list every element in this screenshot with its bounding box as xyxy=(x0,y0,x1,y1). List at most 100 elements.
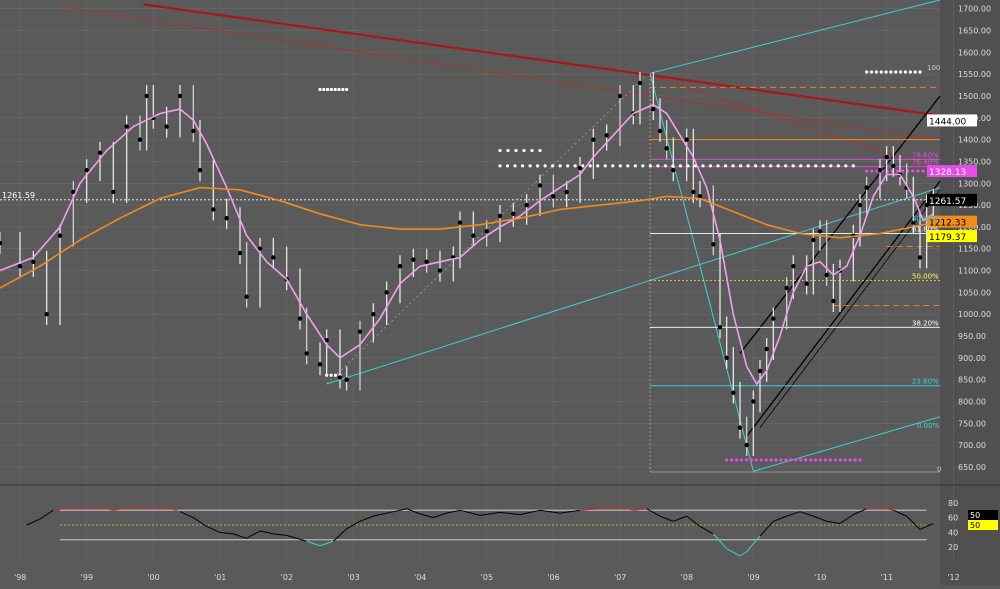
magenta-dot-marker xyxy=(865,169,869,173)
fib-label: 0 xyxy=(937,465,941,473)
y-tick-label: 900.00 xyxy=(958,354,986,363)
white-dot-marker xyxy=(506,148,510,153)
white-dot-marker xyxy=(776,164,780,168)
magenta-dot-marker xyxy=(895,169,900,173)
price-close-marker xyxy=(751,399,756,404)
left-value-label: 1261.59 xyxy=(2,191,35,200)
price-close-marker xyxy=(757,368,763,374)
white-dot-marker xyxy=(844,164,848,168)
price-close-marker xyxy=(717,325,723,330)
y-tick-label: 650.00 xyxy=(958,463,986,472)
price-close-marker xyxy=(211,207,216,212)
white-dot-marker xyxy=(329,373,333,377)
price-close-marker xyxy=(17,263,23,269)
price-close-marker xyxy=(457,220,463,225)
price-close-marker xyxy=(137,137,143,142)
white-dot-marker xyxy=(566,164,570,168)
x-tick-label: '00 xyxy=(147,573,159,582)
price-close-marker xyxy=(191,128,196,134)
magenta-dot-marker xyxy=(911,169,915,173)
white-dot-marker xyxy=(543,164,547,168)
oscillator-tick-label: 40 xyxy=(948,528,958,537)
magenta-dot-marker xyxy=(828,458,832,462)
white-dot-marker xyxy=(716,164,720,168)
price-close-marker xyxy=(304,351,309,356)
x-tick-label: '07 xyxy=(614,573,626,582)
price-close-marker xyxy=(917,255,923,260)
price-close-marker xyxy=(224,215,229,221)
white-dot-marker xyxy=(791,164,795,168)
white-dot-marker xyxy=(558,164,562,168)
white-dot-marker xyxy=(322,87,326,92)
price-close-marker xyxy=(411,257,416,262)
x-tick-label: '12 xyxy=(947,573,959,582)
price-close-marker xyxy=(371,311,376,317)
white-dot-marker xyxy=(784,164,788,168)
white-dot-marker xyxy=(528,164,532,168)
price-close-marker xyxy=(691,189,696,195)
y-tick-label: 1650.00 xyxy=(958,27,991,36)
price-close-marker xyxy=(731,390,736,395)
y-tick-label: 1550.00 xyxy=(958,70,991,79)
white-dot-marker xyxy=(498,164,502,168)
price-close-marker xyxy=(471,233,476,238)
price-close-marker xyxy=(891,163,896,169)
price-close-marker xyxy=(511,211,516,217)
magenta-dot-marker xyxy=(730,458,734,462)
price-close-marker xyxy=(31,259,36,265)
magenta-dot-marker xyxy=(823,458,828,462)
white-dot-marker xyxy=(573,164,577,168)
price-close-marker xyxy=(764,346,769,352)
white-dot-marker xyxy=(894,70,898,74)
x-tick-label: '08 xyxy=(681,573,693,582)
price-close-marker xyxy=(384,290,389,295)
white-dot-marker xyxy=(663,164,667,168)
white-dot-marker xyxy=(329,87,334,92)
magenta-dot-marker xyxy=(916,169,920,173)
oscillator-value-label: 50 xyxy=(970,511,980,520)
white-dot-marker xyxy=(723,164,728,168)
white-dot-marker xyxy=(345,87,349,92)
price-close-marker xyxy=(637,80,643,86)
x-tick-label: '01 xyxy=(214,573,226,582)
magenta-dot-marker xyxy=(809,458,813,462)
fib-label: 50.00% xyxy=(912,215,939,223)
white-dot-marker xyxy=(535,164,540,168)
white-dot-marker xyxy=(814,164,818,168)
price-close-marker xyxy=(111,189,116,195)
magenta-dot-marker xyxy=(813,458,818,462)
y-tick-label: 1500.00 xyxy=(958,92,991,101)
white-dot-marker xyxy=(522,148,526,153)
white-dot-marker xyxy=(588,164,592,168)
white-dot-marker xyxy=(829,164,833,168)
price-close-marker xyxy=(124,124,129,129)
white-dot-marker xyxy=(701,164,705,168)
magenta-dot-marker xyxy=(870,169,874,173)
price-close-marker xyxy=(724,355,729,361)
magenta-dot-marker xyxy=(804,458,808,462)
price-close-marker xyxy=(357,329,363,334)
white-dot-marker xyxy=(836,164,840,168)
white-dot-marker xyxy=(851,164,855,168)
price-close-marker xyxy=(437,268,443,273)
magenta-dot-marker xyxy=(799,458,803,462)
white-dot-marker xyxy=(326,87,330,92)
white-dot-marker xyxy=(538,148,542,153)
price-close-marker xyxy=(864,185,869,190)
y-tick-label: 1300.00 xyxy=(958,179,991,188)
price-close-marker xyxy=(784,285,789,291)
oscillator-tick-label: 80 xyxy=(948,499,958,508)
y-tick-label: 1100.00 xyxy=(958,267,991,276)
y-tick-label: 1050.00 xyxy=(958,288,991,297)
white-dot-marker xyxy=(596,164,600,168)
magenta-dot-marker xyxy=(749,458,753,462)
price-close-marker xyxy=(771,316,776,321)
white-dot-marker xyxy=(551,164,555,168)
price-close-marker xyxy=(164,124,169,129)
price-close-marker xyxy=(177,93,183,99)
magenta-dot-marker xyxy=(848,458,852,462)
white-dot-marker xyxy=(731,164,735,168)
x-tick-label: '06 xyxy=(547,573,559,582)
price-close-marker xyxy=(564,189,569,195)
price-close-marker xyxy=(84,167,89,173)
